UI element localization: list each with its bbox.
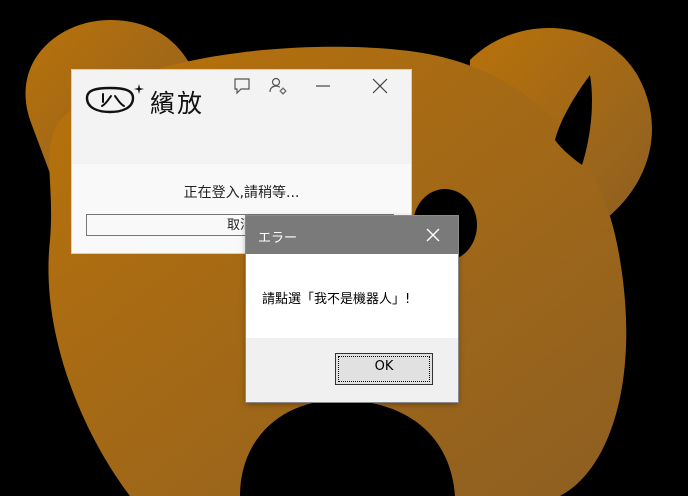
error-dialog: エラー 請點選「我不是機器人」! OK (246, 216, 458, 402)
chat-icon[interactable] (232, 76, 252, 96)
error-dialog-titlebar: エラー (246, 216, 458, 254)
error-message: 請點選「我不是機器人」! (262, 292, 411, 307)
login-status-text: 正在登入,請稍等... (183, 185, 300, 201)
close-icon[interactable] (422, 224, 444, 246)
app-name: 繽放 (150, 89, 205, 118)
minimize-icon[interactable] (313, 76, 333, 96)
app-logo-icon (85, 84, 144, 114)
error-dialog-footer: OK (246, 338, 458, 402)
user-settings-icon[interactable] (268, 76, 288, 96)
ok-button[interactable]: OK (335, 353, 433, 385)
error-dialog-title: エラー (258, 231, 298, 246)
close-icon[interactable] (370, 76, 390, 96)
login-window-header: 繽放 (72, 70, 411, 164)
